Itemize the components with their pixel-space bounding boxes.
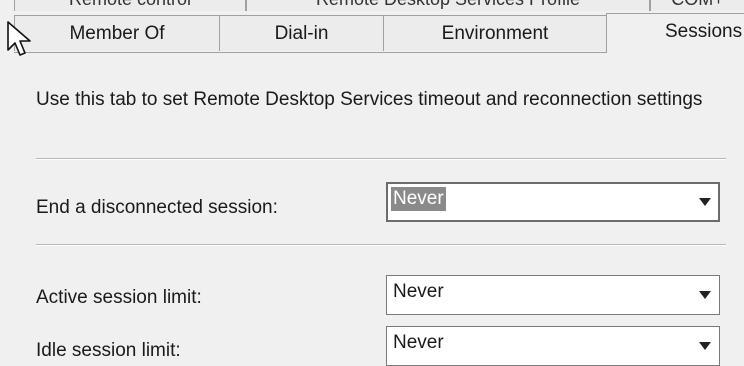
active-session-limit-label: Active session limit: bbox=[36, 287, 202, 308]
chevron-down-icon[interactable] bbox=[699, 342, 711, 350]
front-tab-row: Member Of Dial-in Environment Sessions bbox=[14, 13, 744, 53]
back-tab-row: Remote control Remote Desktop Services P… bbox=[14, 0, 744, 13]
idle-session-limit-dropdown[interactable]: Never bbox=[386, 326, 720, 366]
tab-com-plus[interactable]: COM+ bbox=[650, 0, 744, 11]
mouse-pointer-icon bbox=[7, 21, 31, 56]
chevron-down-icon[interactable] bbox=[699, 198, 711, 206]
tab-member-of[interactable]: Member Of bbox=[14, 15, 220, 51]
tab-remote-desktop-services-profile[interactable]: Remote Desktop Services Profile bbox=[246, 0, 650, 11]
tab-sessions[interactable]: Sessions bbox=[606, 13, 744, 53]
active-session-limit-dropdown[interactable]: Never bbox=[386, 275, 720, 315]
user-properties-dialog: Remote control Remote Desktop Services P… bbox=[0, 0, 744, 366]
dropdown-selected-value: Never bbox=[391, 187, 446, 211]
tab-dial-in[interactable]: Dial-in bbox=[219, 15, 384, 51]
sessions-description: Use this tab to set Remote Desktop Servi… bbox=[36, 89, 703, 110]
tab-environment[interactable]: Environment bbox=[383, 15, 607, 51]
dropdown-selected-value: Never bbox=[393, 332, 444, 353]
end-disconnected-session-dropdown[interactable]: Never bbox=[386, 182, 720, 222]
chevron-down-icon[interactable] bbox=[699, 291, 711, 299]
dropdown-selected-value: Never bbox=[393, 281, 444, 302]
end-disconnected-session-label: End a disconnected session: bbox=[36, 197, 278, 218]
separator bbox=[36, 158, 726, 160]
idle-session-limit-label: Idle session limit: bbox=[36, 340, 181, 361]
tab-remote-control[interactable]: Remote control bbox=[14, 0, 246, 11]
tab-baseline bbox=[14, 52, 606, 53]
separator bbox=[36, 244, 726, 246]
